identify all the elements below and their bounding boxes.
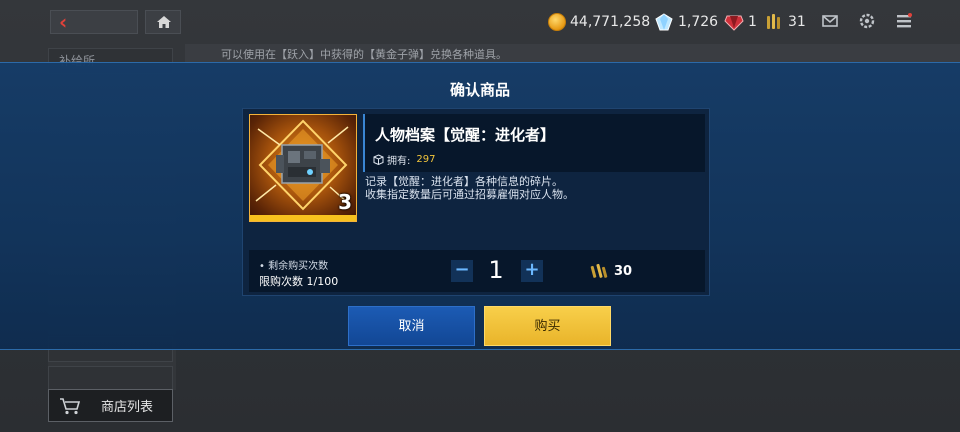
item-name-box: 人物档案【觉醒：进化者】 拥有: 297 <box>363 114 705 172</box>
modal-title: 确认商品 <box>449 81 510 99</box>
confirm-purchase-modal: 确认商品 3 人物档案【觉醒：进化者】 拥有: 297 记录【觉醒：进化者】各种… <box>0 62 960 350</box>
purchase-limit-label: 限购次数 1/100 <box>259 275 339 288</box>
inventory-box-icon <box>373 154 384 165</box>
item-thumbnail: 3 <box>249 114 357 222</box>
item-card: 3 人物档案【觉醒：进化者】 拥有: 297 记录【觉醒：进化者】各种信息的碎片… <box>242 108 710 296</box>
home-icon <box>157 16 171 28</box>
cart-icon <box>60 397 81 414</box>
gold-coin-icon <box>548 13 566 31</box>
bullet-value: 31 <box>788 14 806 30</box>
owned-label: 拥有: <box>387 156 411 167</box>
back-button[interactable]: ‹ <box>50 10 138 34</box>
home-button[interactable] <box>145 10 181 34</box>
item-name: 人物档案【觉醒：进化者】 <box>375 126 556 144</box>
top-bar: ‹ 44,771,258 1,726 1 31 <box>0 0 960 42</box>
buy-button[interactable]: 购买 <box>484 306 611 346</box>
description-line: 收集指定数量后可通过招募雇佣对应人物。 <box>365 188 574 201</box>
price-value: 30 <box>614 263 633 279</box>
gold-bullet-icon <box>767 14 780 29</box>
gold-counter: 44,771,258 <box>548 12 650 32</box>
owned-value: 297 <box>416 154 436 165</box>
price: 30 <box>589 262 632 280</box>
ruby-counter: 1 <box>724 12 757 32</box>
item-count: 3 <box>338 190 352 214</box>
diamond-counter: 1,726 <box>654 12 718 32</box>
menu-icon[interactable] <box>895 12 913 30</box>
ruby-value: 1 <box>748 14 757 30</box>
back-arrow-icon: ‹ <box>59 10 68 34</box>
quantity-panel: • 剩余购买次数 限购次数 1/100 − 1 + 30 <box>249 250 705 292</box>
gold-value: 44,771,258 <box>570 14 651 30</box>
diamond-icon <box>655 13 673 31</box>
cancel-button[interactable]: 取消 <box>348 306 475 346</box>
owned-info: 拥有: 297 <box>373 152 435 167</box>
bullet-counter: 31 <box>764 12 806 32</box>
mail-icon[interactable] <box>821 12 839 30</box>
gold-bullet-icon <box>590 263 608 278</box>
quantity-value: 1 <box>488 256 504 284</box>
diamond-value: 1,726 <box>678 14 719 30</box>
settings-gear-icon[interactable] <box>858 12 876 30</box>
ruby-icon <box>724 15 744 31</box>
remaining-purchases-label: • 剩余购买次数 <box>259 261 329 272</box>
item-description: 记录【觉醒：进化者】各种信息的碎片。 收集指定数量后可通过招募雇佣对应人物。 <box>365 175 701 201</box>
increase-quantity-button[interactable]: + <box>521 260 543 282</box>
shop-list-label: 商店列表 <box>101 400 154 415</box>
decrease-quantity-button[interactable]: − <box>451 260 473 282</box>
rarity-bar <box>250 215 356 221</box>
shop-list-button[interactable]: 商店列表 <box>48 389 173 422</box>
description-line: 记录【觉醒：进化者】各种信息的碎片。 <box>365 175 563 188</box>
